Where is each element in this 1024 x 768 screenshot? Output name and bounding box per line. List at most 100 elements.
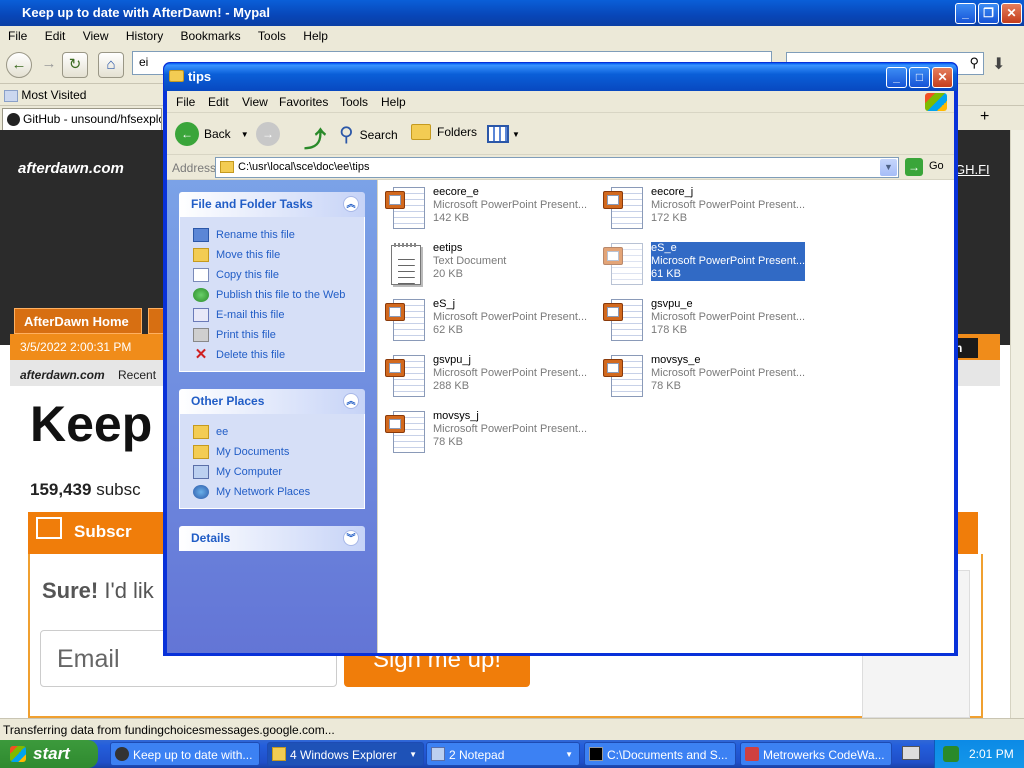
file-folder-tasks-header[interactable]: File and Folder Tasks ︽	[179, 192, 365, 217]
place-my-documents[interactable]: My Documents	[193, 442, 364, 462]
menu-history[interactable]: History	[118, 26, 169, 43]
region-link[interactable]: GH.FI	[955, 162, 990, 177]
file-text: movsys_e Microsoft PowerPoint Present... 7…	[651, 354, 805, 393]
new-tab-button[interactable]: +	[980, 108, 989, 126]
task-codewarrior[interactable]: Metrowerks CodeWa...	[740, 742, 892, 766]
place-ee[interactable]: ee	[193, 422, 364, 442]
ex-menu-favorites[interactable]: Favorites	[279, 95, 328, 109]
task-notepad[interactable]: 2 Notepad ▼	[426, 742, 580, 766]
file-type: Microsoft PowerPoint Present...	[651, 367, 806, 379]
file-type: Microsoft PowerPoint Present...	[433, 199, 588, 211]
subscribe-label[interactable]: Subscr	[74, 522, 132, 542]
explorer-close-button[interactable]: ✕	[932, 67, 953, 88]
file-item[interactable]: eS_e Microsoft PowerPoint Present... 61 KB	[599, 241, 813, 289]
menu-tools[interactable]: Tools	[250, 26, 292, 43]
search-button[interactable]: ⚲ Search	[339, 122, 398, 147]
up-folder-icon[interactable]: ⤴	[304, 122, 326, 154]
menu-bookmarks[interactable]: Bookmarks	[173, 26, 247, 43]
collapse-icon[interactable]: ︽	[343, 393, 359, 409]
search-icon[interactable]: ⚲	[969, 55, 979, 71]
file-item[interactable]: eetips Text Document 20 KB	[381, 241, 595, 289]
other-places-header[interactable]: Other Places ︽	[179, 389, 365, 414]
views-icon	[487, 125, 509, 143]
home-icon[interactable]: ⌂	[98, 52, 124, 78]
expand-icon[interactable]: ︾	[343, 530, 359, 546]
collapse-icon[interactable]: ︽	[343, 196, 359, 212]
maximize-button[interactable]: ❐	[978, 3, 999, 24]
explorer-minimize-button[interactable]: _	[886, 67, 907, 88]
afterdawn-logo[interactable]: afterdawn.com	[18, 160, 124, 177]
file-item[interactable]: movsys_e Microsoft PowerPoint Present... 7…	[599, 353, 813, 401]
keyboard-icon[interactable]	[902, 746, 920, 760]
task-command-prompt[interactable]: C:\Documents and S...	[584, 742, 736, 766]
menu-edit[interactable]: Edit	[37, 26, 72, 43]
codewarrior-icon	[745, 747, 759, 761]
task-delete[interactable]: ✕ Delete this file	[193, 345, 364, 365]
go-button[interactable]: → Go	[905, 158, 945, 176]
clock[interactable]: 2:01 PM	[969, 747, 1014, 761]
task-firefox[interactable]: Keep up to date with...	[110, 742, 260, 766]
chevron-down-icon[interactable]: ▼	[880, 159, 897, 176]
magnifier-icon: ⚲	[339, 124, 354, 146]
menu-view[interactable]: View	[75, 26, 115, 43]
folders-button[interactable]: Folders	[411, 124, 477, 140]
ex-menu-view[interactable]: View	[242, 95, 268, 109]
menu-file[interactable]: File	[0, 26, 33, 43]
page-scrollbar[interactable]	[1010, 130, 1024, 718]
task-pane: File and Folder Tasks ︽ Rename this file…	[167, 180, 377, 653]
ppt-icon	[603, 299, 643, 343]
file-item[interactable]: movsys_j Microsoft PowerPoint Present... 7…	[381, 409, 595, 457]
tray-network-icon[interactable]	[943, 746, 959, 762]
menu-help[interactable]: Help	[295, 26, 334, 43]
afterdawn-small-logo[interactable]: afterdawn.com	[20, 368, 105, 382]
views-button[interactable]: ▼	[487, 123, 525, 145]
back-arrow-icon[interactable]: ←	[6, 52, 32, 78]
forward-button[interactable]: →	[256, 122, 280, 146]
back-arrow-icon: ←	[175, 122, 199, 146]
recent-label[interactable]: Recent	[118, 368, 156, 382]
browser-menu-bar: File Edit View History Bookmarks Tools H…	[0, 26, 1024, 46]
place-my-computer[interactable]: My Computer	[193, 462, 364, 482]
explorer-maximize-button[interactable]: □	[909, 67, 930, 88]
windows-flag-icon	[10, 746, 26, 762]
delete-x-icon: ✕	[194, 346, 208, 363]
ppt-icon	[385, 411, 425, 455]
place-network[interactable]: My Network Places	[193, 482, 364, 502]
minimize-button[interactable]: _	[955, 3, 976, 24]
bookmark-most-visited[interactable]: Most Visited	[21, 88, 86, 102]
ex-menu-file[interactable]: File	[176, 95, 195, 109]
reload-icon[interactable]: ↻	[62, 52, 88, 78]
task-copy[interactable]: Copy this file	[193, 265, 364, 285]
task-print[interactable]: Print this file	[193, 325, 364, 345]
tab-github[interactable]: GitHub - unsound/hfsexplorer	[2, 108, 162, 130]
file-item[interactable]: eS_j Microsoft PowerPoint Present... 62 KB	[381, 297, 595, 345]
ex-menu-help[interactable]: Help	[381, 95, 406, 109]
bookmark-folder-icon	[4, 89, 18, 102]
afterdawn-home-tab[interactable]: AfterDawn Home	[14, 308, 142, 334]
ppt-icon	[603, 187, 643, 231]
close-button[interactable]: ✕	[1001, 3, 1022, 24]
ex-menu-tools[interactable]: Tools	[340, 95, 368, 109]
back-button[interactable]: ← Back ▼	[175, 122, 249, 146]
file-item[interactable]: eecore_e Microsoft PowerPoint Present... 1…	[381, 185, 595, 233]
explorer-toolbar: ← Back ▼ → ⤴ ⚲ Search Folders ▼	[167, 113, 954, 155]
address-folder-icon	[220, 161, 234, 173]
task-rename[interactable]: Rename this file	[193, 225, 364, 245]
forward-arrow-icon[interactable]: →	[36, 52, 62, 78]
task-publish[interactable]: Publish this file to the Web	[193, 285, 364, 305]
task-windows-explorer[interactable]: 4 Windows Explorer ▼	[267, 742, 424, 766]
file-item[interactable]: gsvpu_j Microsoft PowerPoint Present... 28…	[381, 353, 595, 401]
ex-menu-edit[interactable]: Edit	[208, 95, 229, 109]
explorer-title-bar[interactable]: tips	[164, 63, 957, 91]
file-text: eetips Text Document 20 KB	[433, 242, 506, 281]
file-item[interactable]: gsvpu_e Microsoft PowerPoint Present... 17…	[599, 297, 813, 345]
download-icon[interactable]: ⬇	[992, 54, 1005, 74]
file-item[interactable]: eecore_j Microsoft PowerPoint Present... 1…	[599, 185, 813, 233]
details-header[interactable]: Details ︾	[179, 526, 365, 551]
address-field[interactable]: C:\usr\local\sce\doc\ee\tips ▼	[215, 157, 899, 178]
network-icon	[193, 485, 209, 499]
task-email[interactable]: E-mail this file	[193, 305, 364, 325]
file-list: eecore_e Microsoft PowerPoint Present... 1…	[377, 180, 954, 653]
ppt-icon	[603, 243, 643, 287]
task-move[interactable]: Move this file	[193, 245, 364, 265]
